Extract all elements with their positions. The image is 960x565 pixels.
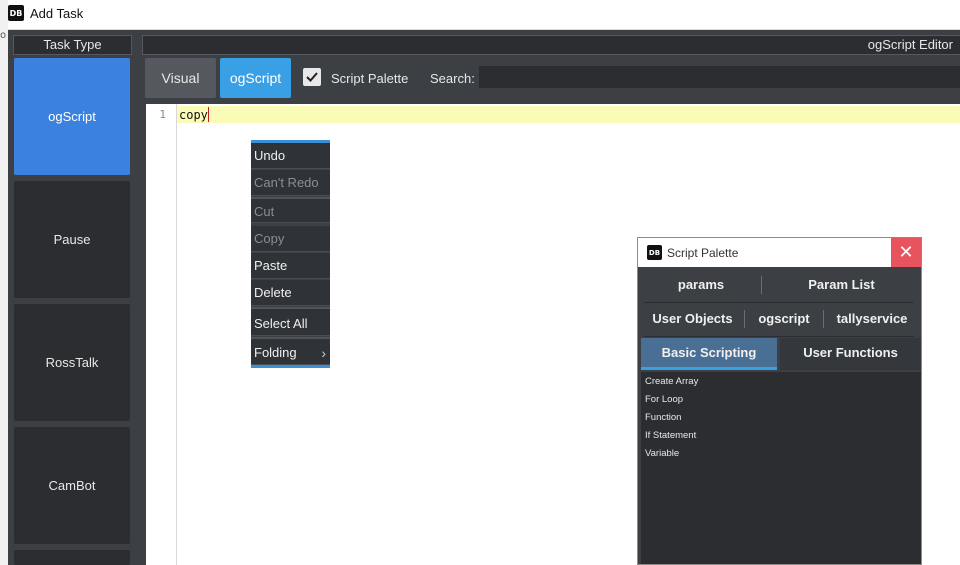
palette-divider — [644, 336, 914, 337]
palette-tab-user-functions[interactable]: User Functions — [780, 338, 921, 370]
palette-tab-params[interactable]: params — [641, 270, 761, 300]
palette-item-variable[interactable]: Variable — [645, 448, 679, 459]
menu-item-paste[interactable]: Paste — [251, 253, 330, 279]
search-input[interactable] — [479, 66, 960, 88]
editor-header: ogScript Editor — [142, 35, 960, 55]
app-icon: DB — [8, 5, 24, 21]
task-type-rosstalk[interactable]: RossTalk — [14, 304, 130, 421]
palette-tab-param-list[interactable]: Param List — [762, 270, 921, 300]
desktop-edge-text: o — [0, 30, 7, 41]
palette-item-function[interactable]: Function — [645, 412, 681, 423]
search-label: Search: — [430, 71, 475, 86]
visual-mode-button[interactable]: Visual — [145, 58, 216, 98]
task-type-pause[interactable]: Pause — [14, 181, 130, 298]
editor-title: ogScript Editor — [867, 37, 953, 52]
task-type-ogscript[interactable]: ogScript — [14, 58, 130, 175]
menu-item-redo: Can't Redo — [251, 170, 330, 196]
palette-tab-ogscript[interactable]: ogscript — [745, 304, 823, 334]
desktop-edge: o — [0, 0, 8, 565]
palette-tab-user-objects[interactable]: User Objects — [641, 304, 744, 334]
line-gutter — [146, 104, 177, 565]
palette-title: Script Palette — [667, 246, 739, 260]
script-palette-checkbox[interactable] — [303, 68, 321, 86]
palette-tab-basic-scripting[interactable]: Basic Scripting — [641, 338, 777, 370]
palette-item-for-loop[interactable]: For Loop — [645, 394, 683, 405]
current-line-highlight — [177, 106, 960, 123]
task-type-header: Task Type — [13, 35, 132, 55]
ogscript-mode-button[interactable]: ogScript — [220, 58, 291, 98]
text-caret — [208, 107, 209, 122]
script-palette-label: Script Palette — [331, 71, 409, 86]
checkmark-icon — [306, 72, 318, 82]
palette-divider — [644, 302, 914, 303]
palette-item-if-statement[interactable]: If Statement — [645, 430, 696, 441]
menu-item-cut: Cut — [251, 197, 330, 223]
task-type-more[interactable] — [14, 550, 130, 565]
menu-item-folding-label: Folding — [254, 345, 297, 360]
window-title: Add Task — [30, 6, 84, 21]
palette-item-create-array[interactable]: Create Array — [645, 376, 698, 387]
chevron-right-icon: › — [321, 345, 326, 361]
menu-item-folding[interactable]: Folding › — [251, 337, 330, 365]
palette-app-icon: DB — [647, 245, 662, 260]
line-number: 1 — [159, 108, 166, 121]
menu-item-select-all[interactable]: Select All — [251, 307, 330, 336]
menu-item-copy: Copy — [251, 226, 330, 252]
task-type-cambot[interactable]: CamBot — [14, 427, 130, 544]
window-titlebar — [8, 0, 960, 30]
menu-item-undo[interactable]: Undo — [251, 143, 330, 169]
palette-tab-tallyservice[interactable]: tallyservice — [824, 304, 920, 334]
palette-close-icon[interactable]: ✕ — [891, 238, 921, 267]
code-text[interactable]: copy — [179, 108, 208, 122]
menu-item-delete[interactable]: Delete — [251, 280, 330, 306]
